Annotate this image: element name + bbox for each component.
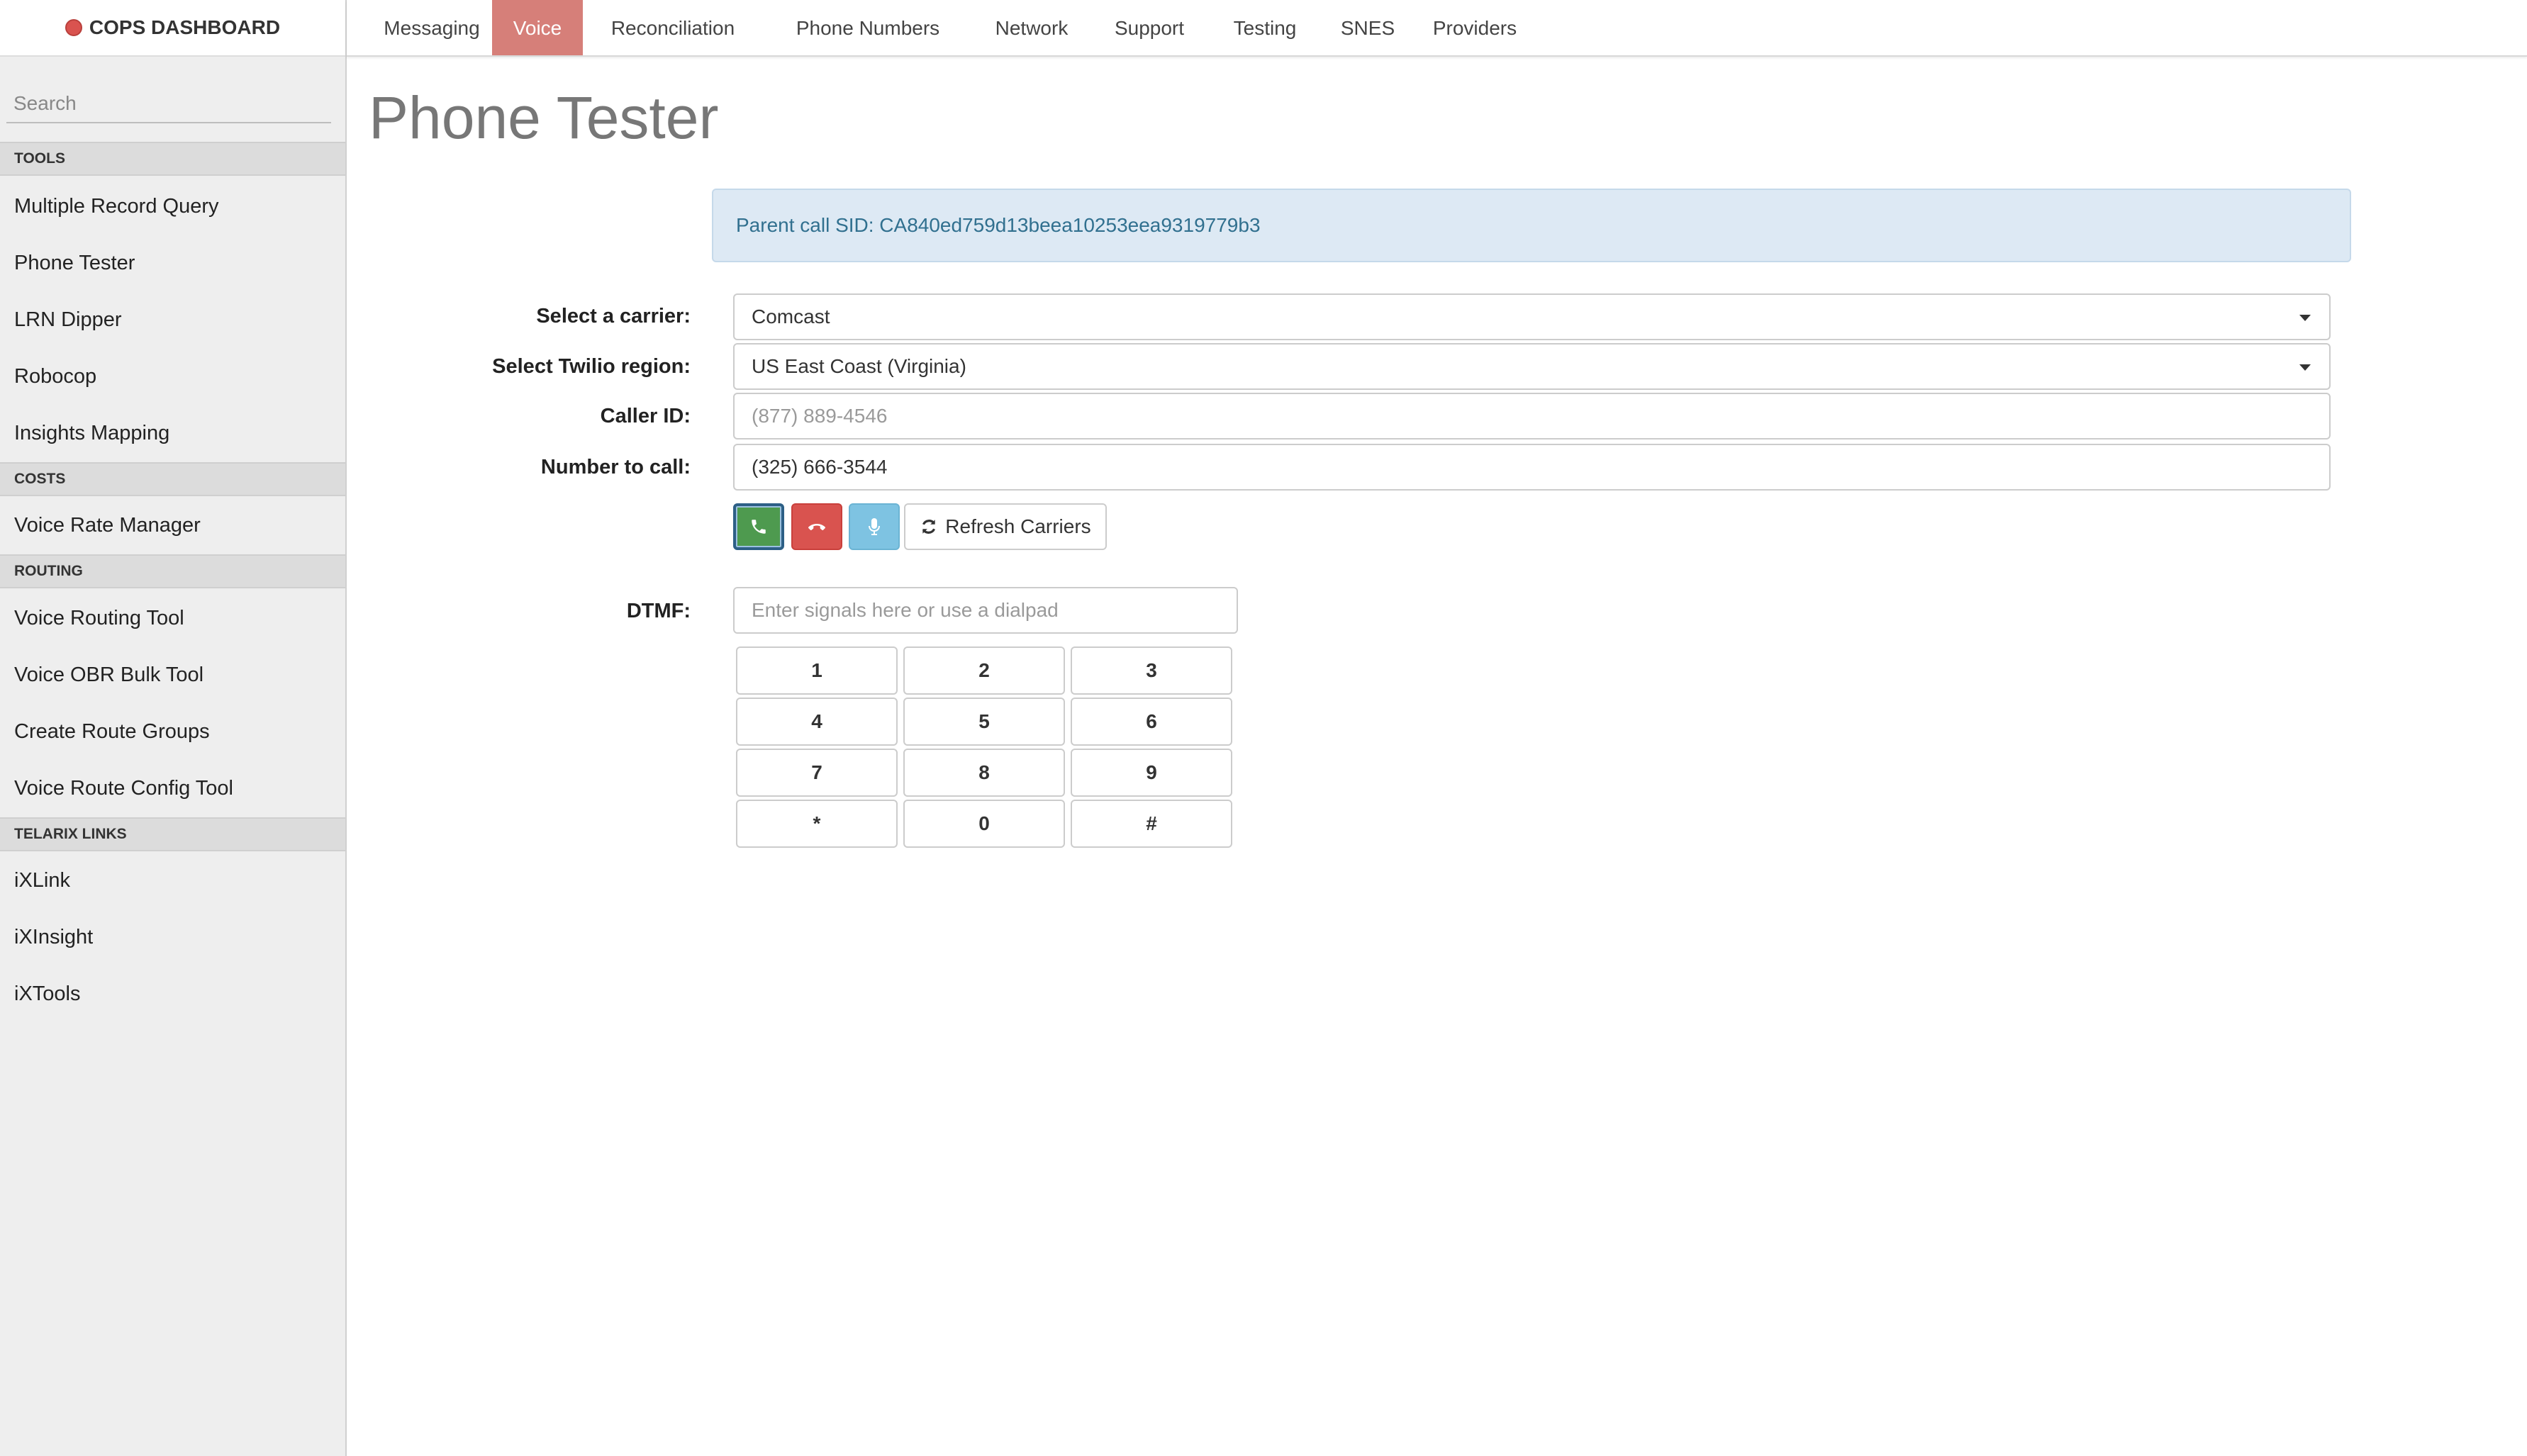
- number-to-call-label: Number to call:: [540, 456, 691, 478]
- sidebar-section-costs: COSTS: [0, 462, 345, 496]
- microphone-icon: [869, 518, 880, 535]
- dialpad-key-2[interactable]: 2: [903, 646, 1065, 695]
- dialpad-key-4[interactable]: 4: [736, 698, 898, 746]
- tab-providers[interactable]: Providers: [1414, 0, 1536, 55]
- call-button[interactable]: [733, 503, 784, 550]
- refresh-carriers-button[interactable]: Refresh Carriers: [904, 503, 1107, 550]
- chevron-down-icon: [2299, 364, 2311, 371]
- sidebar-item-ixinsight[interactable]: iXInsight: [14, 923, 93, 951]
- chevron-down-icon: [2299, 315, 2311, 321]
- dialpad-key-star[interactable]: *: [736, 800, 898, 848]
- sidebar: COPS DASHBOARD TOOLS Multiple Record Que…: [0, 0, 347, 1456]
- tab-support[interactable]: Support: [1090, 0, 1208, 55]
- carrier-selected-value: Comcast: [752, 306, 830, 327]
- dialpad-key-8[interactable]: 8: [903, 749, 1065, 797]
- sidebar-item-insights-mapping[interactable]: Insights Mapping: [14, 419, 169, 447]
- brand-logo-dot: [65, 19, 82, 36]
- dialpad-key-0[interactable]: 0: [903, 800, 1065, 848]
- region-label: Select Twilio region:: [492, 355, 691, 378]
- sidebar-section-tools: TOOLS: [0, 142, 345, 176]
- dialpad-key-5[interactable]: 5: [903, 698, 1065, 746]
- caller-id-input[interactable]: [752, 394, 2329, 438]
- hangup-button[interactable]: [791, 503, 842, 550]
- dialpad-key-1[interactable]: 1: [736, 646, 898, 695]
- tab-testing[interactable]: Testing: [1208, 0, 1322, 55]
- tab-network[interactable]: Network: [973, 0, 1090, 55]
- tab-voice[interactable]: Voice: [492, 0, 583, 55]
- sidebar-item-robocop[interactable]: Robocop: [14, 362, 96, 391]
- number-to-call-value: (325) 666-3544: [752, 456, 888, 478]
- caller-id-label: Caller ID:: [600, 405, 691, 427]
- phone-icon: [752, 520, 766, 534]
- dialpad: 1 2 3 4 5 6 7 8 9 * 0 #: [736, 646, 1235, 848]
- region-selected-value: US East Coast (Virginia): [752, 355, 966, 377]
- alert-text: Parent call SID: CA840ed759d13beea10253e…: [736, 214, 1261, 236]
- dtmf-field[interactable]: [733, 587, 1238, 634]
- dialpad-key-3[interactable]: 3: [1071, 646, 1232, 695]
- dtmf-input[interactable]: [752, 588, 1237, 632]
- refresh-icon: [922, 520, 936, 534]
- dialpad-key-7[interactable]: 7: [736, 749, 898, 797]
- carrier-select[interactable]: Comcast: [733, 293, 2331, 340]
- sidebar-item-ixtools[interactable]: iXTools: [14, 980, 81, 1008]
- page-title: Phone Tester: [369, 84, 719, 151]
- tab-snes[interactable]: SNES: [1322, 0, 1414, 55]
- tab-phone-numbers[interactable]: Phone Numbers: [763, 0, 973, 55]
- caller-id-field[interactable]: [733, 393, 2331, 439]
- carrier-label: Select a carrier:: [536, 305, 691, 327]
- top-nav: Messaging Voice Reconciliation Phone Num…: [347, 0, 2527, 57]
- number-to-call-field[interactable]: (325) 666-3544: [733, 444, 2331, 491]
- sidebar-search-input[interactable]: [6, 85, 331, 123]
- sidebar-item-lrn-dipper[interactable]: LRN Dipper: [14, 306, 122, 334]
- sidebar-item-multiple-record-query[interactable]: Multiple Record Query: [14, 192, 219, 220]
- sidebar-item-voice-routing-tool[interactable]: Voice Routing Tool: [14, 604, 184, 632]
- sidebar-section-telarix-links: TELARIX LINKS: [0, 817, 345, 851]
- microphone-button[interactable]: [849, 503, 900, 550]
- dtmf-label: DTMF:: [626, 600, 691, 622]
- twilio-region-select[interactable]: US East Coast (Virginia): [733, 343, 2331, 390]
- brand[interactable]: COPS DASHBOARD: [0, 0, 345, 57]
- tab-messaging[interactable]: Messaging: [372, 0, 492, 55]
- sidebar-section-routing: ROUTING: [0, 554, 345, 588]
- brand-title: COPS DASHBOARD: [89, 16, 281, 38]
- sidebar-item-voice-obr-bulk-tool[interactable]: Voice OBR Bulk Tool: [14, 661, 203, 689]
- sidebar-item-create-route-groups[interactable]: Create Route Groups: [14, 717, 210, 746]
- sidebar-item-voice-rate-manager[interactable]: Voice Rate Manager: [14, 511, 201, 539]
- tab-reconciliation[interactable]: Reconciliation: [583, 0, 763, 55]
- sidebar-item-phone-tester[interactable]: Phone Tester: [14, 249, 135, 277]
- dialpad-key-9[interactable]: 9: [1071, 749, 1232, 797]
- phone-hangup-icon: [808, 524, 825, 530]
- sidebar-item-voice-route-config-tool[interactable]: Voice Route Config Tool: [14, 774, 233, 802]
- dialpad-key-hash[interactable]: #: [1071, 800, 1232, 848]
- sidebar-item-ixlink[interactable]: iXLink: [14, 866, 70, 895]
- dialpad-key-6[interactable]: 6: [1071, 698, 1232, 746]
- refresh-carriers-label: Refresh Carriers: [945, 515, 1091, 537]
- parent-call-sid-alert: Parent call SID: CA840ed759d13beea10253e…: [712, 189, 2351, 262]
